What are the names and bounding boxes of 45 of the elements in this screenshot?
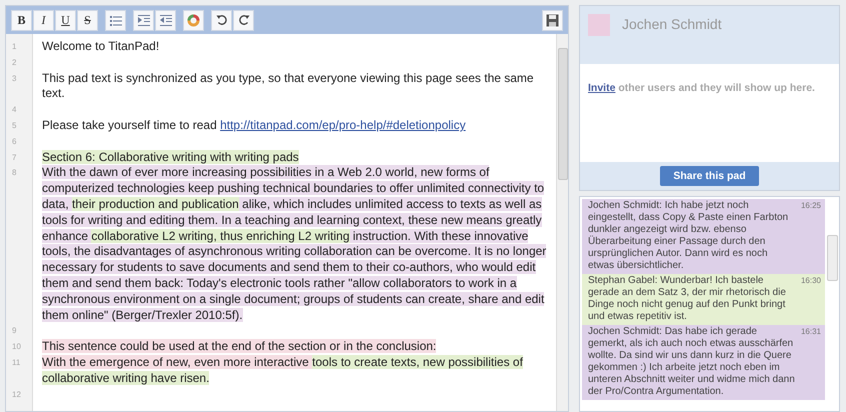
line-number: 4	[11, 104, 18, 116]
line-number: 9	[11, 325, 18, 338]
text-line: With the dawn of ever more increasing possibilities in a Web 2.0 world, new forms of computerized technologies keep pushing technical boundaries to offer unlimited connectivity to data, their production and publication alike, which includes unlimited access to texts as well as tools for writing and editing them. In a teaching and learning context, these new means greatly enhance collaborative L2 writing, thus enriching L2 writing instruction. With these innovative tools, the disadvantages of asynchronous writing collaboration can be overcome. It is no longer necessary for students to save documents and send them to their co-authors, who would edit them and send them back: Today's electronic tools rather "allow collaborators to work in a synchronous environment on a single document; groups of students can create, share and edit them online" (Berger/Trexler 2010:5f).	[42, 165, 548, 324]
line-number: 5	[11, 120, 18, 132]
list-icon	[110, 14, 122, 26]
message-time: 16:31	[800, 326, 821, 338]
text-line: Welcome to TitanPad!	[42, 39, 160, 55]
color-wheel-icon	[187, 14, 200, 26]
invite-link[interactable]: Invite	[588, 82, 616, 94]
indent-button[interactable]	[133, 10, 154, 30]
share-button[interactable]: Share this pad	[660, 166, 759, 186]
user-name: Jochen Schmidt	[622, 15, 722, 34]
message-text: Jochen Schmidt: Ich habe jetzt noch eingestellt, dass Copy & Paste einen Farbton dunkler angezeigt wird bzw. ebenso Überarbeitung einer Passage durch den ursprünglichen Autor. Dann wird es noch etwas übersichtlicher.	[588, 200, 790, 272]
text-line: Please take yourself time to read http://titanpad.com/ep/pro-help/#deletionpolicy	[42, 118, 467, 134]
line-number: 1	[11, 41, 18, 53]
format-button[interactable]: I	[33, 10, 54, 30]
indent-icon	[138, 14, 150, 26]
line-number: 8	[11, 167, 18, 180]
message-text: Stephan Gabel: Wunderbar! Ich bastele gerade an dem Satz 3, der mir rhetorisch die Dinge noch nicht genug auf den Punkt bringt und etwas repetitiv ist.	[588, 275, 787, 323]
line-number: 12	[11, 388, 22, 401]
line-number: 11	[11, 356, 22, 369]
text-line: This pad text is synchronized as you type, so that everyone viewing this page sees the same text.	[42, 70, 535, 102]
format-button[interactable]: U	[55, 10, 76, 30]
redo-button[interactable]	[233, 10, 254, 30]
undo-icon	[216, 14, 228, 26]
line-number: 3	[11, 72, 18, 85]
line-number: 2	[11, 56, 18, 69]
outdent-icon	[160, 14, 172, 26]
save-button[interactable]	[542, 10, 563, 30]
invite-text: Invite other users and they will show up here.	[588, 82, 815, 94]
list-button[interactable]	[105, 10, 126, 30]
format-button[interactable]: B	[11, 10, 32, 30]
line-number: 7	[11, 152, 18, 164]
message-text: Jochen Schmidt: Das habe ich gerade gemerkt, als ich auch noch etwas ausschärfen wollte. Da sind wir uns dann kurz in die Quere gekommen :) Ich arbeite jetzt noch eben im unteren Abschnitt weiter und widme mich dann der Pro/Contra Argumentation.	[588, 326, 795, 398]
redo-icon	[238, 14, 250, 26]
scrollbar[interactable]	[556, 34, 568, 411]
color-button[interactable]	[183, 10, 204, 30]
undo-button[interactable]	[211, 10, 232, 30]
format-button[interactable]: S	[77, 10, 98, 30]
line-number: 6	[11, 136, 18, 148]
link[interactable]: http://titanpad.com/ep/pro-help/#deletionpolicy	[220, 118, 466, 132]
outdent-button[interactable]	[155, 10, 176, 30]
message-time: 16:30	[800, 275, 821, 287]
line-number: 10	[11, 341, 22, 354]
message-time: 16:25	[800, 200, 821, 212]
